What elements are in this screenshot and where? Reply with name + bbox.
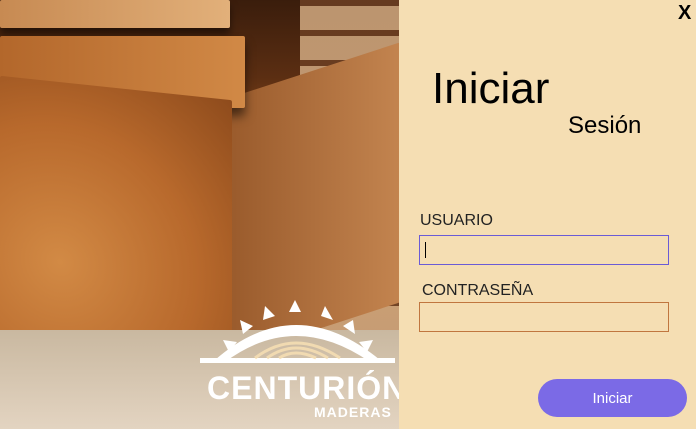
plank-top	[0, 0, 230, 28]
password-label: CONTRASEÑA	[422, 282, 534, 299]
text-caret	[425, 242, 426, 258]
login-button[interactable]: Iniciar	[538, 379, 687, 417]
password-field[interactable]	[419, 302, 669, 332]
brand-subtitle: MADERAS	[314, 404, 392, 420]
brand-name: CENTURIÓN	[207, 370, 407, 406]
page-subtitle: Sesión	[568, 112, 642, 139]
username-field[interactable]	[419, 235, 669, 265]
page-title: Iniciar	[432, 64, 550, 113]
username-label: USUARIO	[420, 212, 493, 229]
close-button[interactable]: X	[678, 2, 691, 25]
